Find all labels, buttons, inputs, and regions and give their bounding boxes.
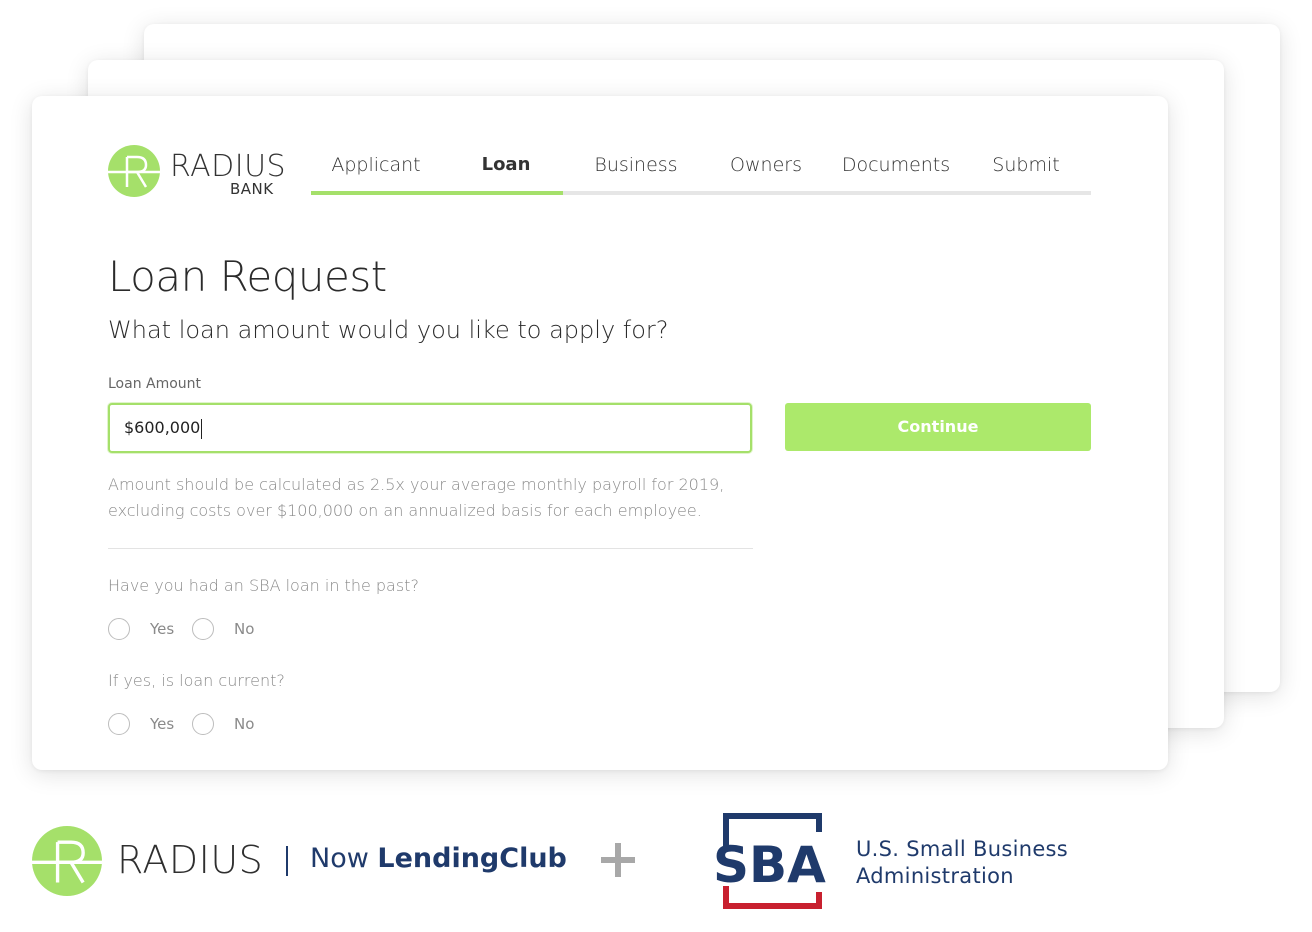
tab-business[interactable]: Business xyxy=(571,152,701,190)
sba-letters: SBA xyxy=(713,836,826,894)
loan-amount-input[interactable]: $600,000 xyxy=(108,403,752,453)
loan-amount-value: $600,000 xyxy=(124,418,201,437)
sba-name: U.S. Small Business Administration xyxy=(856,836,1068,890)
progress-fill xyxy=(311,191,563,195)
radio-loan-current-yes[interactable] xyxy=(108,713,130,735)
tab-applicant[interactable]: Applicant xyxy=(311,152,441,190)
radio-loan-current-no[interactable] xyxy=(192,713,214,735)
radius-r-icon xyxy=(108,155,160,188)
radio-label-yes: Yes xyxy=(150,620,175,638)
tab-loan[interactable]: Loan xyxy=(441,152,571,190)
radio-label-no: No xyxy=(234,715,255,733)
footer-separator xyxy=(286,846,288,876)
amount-help-text: Amount should be calculated as 2.5x your… xyxy=(108,472,758,524)
radio-label-yes: Yes xyxy=(150,715,175,733)
footer-now-lendingclub: Now LendingClub xyxy=(310,843,567,874)
radio-sba-past-yes[interactable] xyxy=(108,618,130,640)
tab-documents[interactable]: Documents xyxy=(831,152,961,190)
text-caret xyxy=(201,418,203,439)
brand-name: RADIUS xyxy=(170,149,287,184)
divider xyxy=(108,548,753,549)
question-loan-current: If yes, is loan current? xyxy=(108,671,285,690)
progress-tabs: Applicant Loan Business Owners Documents… xyxy=(311,152,1091,196)
loan-request-card: RADIUS BANK Applicant Loan Business Owne… xyxy=(32,96,1168,770)
sba-logo: SBA xyxy=(713,813,826,909)
footer-radius-wordmark: RADIUS xyxy=(117,838,264,882)
question-sba-past: Have you had an SBA loan in the past? xyxy=(108,576,419,595)
radio-label-no: No xyxy=(234,620,255,638)
now-text: Now xyxy=(310,843,378,874)
sba-name-line-2: Administration xyxy=(856,864,1014,888)
lendingclub-text: LendingClub xyxy=(377,843,567,874)
brand-sub: BANK xyxy=(230,180,274,198)
footer-radius-r-icon xyxy=(32,840,102,884)
tab-submit[interactable]: Submit xyxy=(961,152,1091,190)
radius-bank-logo[interactable]: RADIUS BANK xyxy=(108,145,288,199)
help-line-1: Amount should be calculated as 2.5x your… xyxy=(108,475,725,494)
page-title: Loan Request xyxy=(108,252,387,301)
page-subtitle: What loan amount would you like to apply… xyxy=(108,316,669,344)
tab-owners[interactable]: Owners xyxy=(701,152,831,190)
radio-sba-past-no[interactable] xyxy=(192,618,214,640)
loan-amount-label: Loan Amount xyxy=(108,376,202,392)
continue-button[interactable]: Continue xyxy=(785,403,1091,451)
plus-icon xyxy=(601,843,635,877)
sba-name-line-1: U.S. Small Business xyxy=(856,837,1069,861)
help-line-2: excluding costs over $100,000 on an annu… xyxy=(108,501,702,520)
